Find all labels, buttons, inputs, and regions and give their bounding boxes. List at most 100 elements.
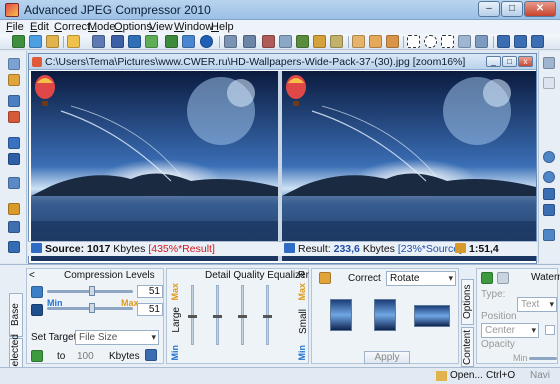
deselect-icon[interactable] xyxy=(475,35,488,48)
layout-single-icon[interactable] xyxy=(497,35,510,48)
minimize-button[interactable]: – xyxy=(478,1,500,17)
tool-histogram-icon[interactable] xyxy=(8,111,20,123)
correct-key-icon xyxy=(319,272,331,284)
rect-select-icon[interactable] xyxy=(407,35,420,48)
level-2-input[interactable]: 51 xyxy=(137,303,163,316)
opacity-slider[interactable] xyxy=(529,357,557,360)
menu-help[interactable]: Help xyxy=(211,21,234,33)
view-icon[interactable] xyxy=(224,35,237,48)
eq-band-3-thumb[interactable] xyxy=(238,315,247,318)
target-add-icon[interactable] xyxy=(31,350,43,362)
layout-grid-icon[interactable] xyxy=(531,35,544,48)
eq-band-4-thumb[interactable] xyxy=(263,315,272,318)
preview-icon[interactable] xyxy=(296,35,309,48)
fit-window-icon[interactable] xyxy=(543,188,555,200)
web-icon[interactable] xyxy=(182,35,195,48)
tab-options[interactable]: Options xyxy=(461,279,474,325)
pan-icon[interactable] xyxy=(386,35,399,48)
tab-base[interactable]: Base xyxy=(9,293,23,337)
level-1-input[interactable]: 51 xyxy=(137,285,163,298)
crop-icon[interactable] xyxy=(262,35,275,48)
help-icon[interactable] xyxy=(200,35,213,48)
compare-icon[interactable] xyxy=(243,35,256,48)
maximize-button[interactable]: □ xyxy=(501,1,523,17)
level-slider-1-thumb[interactable] xyxy=(89,286,95,296)
eq-band-1-thumb[interactable] xyxy=(188,315,197,318)
target-value[interactable]: 100 xyxy=(77,351,94,362)
menu-mode[interactable]: Mode xyxy=(88,21,116,33)
tab-content[interactable]: Content xyxy=(461,327,474,367)
tool-key-icon[interactable] xyxy=(8,74,20,86)
footer-nav[interactable]: Navi xyxy=(530,370,550,381)
notes-icon[interactable] xyxy=(330,35,343,48)
hand-icon[interactable] xyxy=(352,35,365,48)
menu-window[interactable]: Window xyxy=(174,21,213,33)
image-minimize-button[interactable]: _ xyxy=(486,56,501,67)
footer-open[interactable]: Open... xyxy=(450,370,483,381)
tool-bars-icon[interactable] xyxy=(8,221,20,233)
tool-flip-icon[interactable] xyxy=(8,153,20,165)
open-batch-icon[interactable] xyxy=(29,35,42,48)
menu-options[interactable]: Options xyxy=(114,21,152,33)
actual-size-icon[interactable] xyxy=(543,204,555,216)
tool-rotate-icon[interactable] xyxy=(8,137,20,149)
level-slider-2-thumb[interactable] xyxy=(89,303,95,313)
save-as-icon[interactable] xyxy=(111,35,124,48)
correct-mode-select[interactable]: Rotate xyxy=(386,271,456,286)
zoom-out-icon[interactable] xyxy=(543,171,555,183)
open-folder-icon[interactable] xyxy=(67,35,80,48)
ellipse-select-icon[interactable] xyxy=(424,35,437,48)
zoom-in-icon[interactable] xyxy=(543,151,555,163)
image-status-bar: Source: 1017 Kbytes [435%*Result] Result… xyxy=(28,241,537,256)
menu-edit[interactable]: Edit xyxy=(30,21,49,33)
menu-file[interactable]: File xyxy=(6,21,24,33)
tool-columns-icon[interactable] xyxy=(8,177,20,189)
folder-icon[interactable] xyxy=(46,35,59,48)
toolbar-separator xyxy=(348,36,349,48)
menu-view[interactable]: View xyxy=(149,21,173,33)
eq-band-2-thumb[interactable] xyxy=(213,315,222,318)
rotate-left-thumbnail[interactable] xyxy=(330,299,352,331)
zoom-icon[interactable] xyxy=(543,57,555,69)
blank-tool-icon[interactable] xyxy=(543,77,555,89)
tool-chart-icon[interactable] xyxy=(8,203,20,215)
close-button[interactable]: ✕ xyxy=(524,1,556,17)
window-title: Advanced JPEG Compressor 2010 xyxy=(24,3,211,17)
toolbar-separator xyxy=(403,36,404,48)
resize-icon[interactable] xyxy=(279,35,292,48)
rotate-right-thumbnail[interactable] xyxy=(374,299,396,331)
tool-info-icon[interactable] xyxy=(8,95,20,107)
select-all-icon[interactable] xyxy=(458,35,471,48)
split-divider[interactable] xyxy=(278,71,282,261)
image-restore-button[interactable]: □ xyxy=(502,56,517,67)
position-checkbox[interactable] xyxy=(545,325,555,335)
eq-large-label: Large xyxy=(171,307,182,333)
position-select[interactable]: Center xyxy=(481,323,539,338)
tool-zoom-fit-icon[interactable] xyxy=(8,58,20,70)
target-apply-icon[interactable] xyxy=(145,349,157,361)
edit-icon[interactable] xyxy=(313,35,326,48)
collapse-arrow[interactable]: < xyxy=(29,270,35,281)
tool-palette-icon[interactable] xyxy=(8,241,20,253)
grab-icon[interactable] xyxy=(369,35,382,48)
save-all-icon[interactable] xyxy=(128,35,141,48)
lasso-icon[interactable] xyxy=(441,35,454,48)
type-select[interactable]: Text xyxy=(517,297,557,312)
export-icon[interactable] xyxy=(145,35,158,48)
watermark-image-icon[interactable] xyxy=(497,272,509,284)
target-mode-select[interactable]: File Size xyxy=(75,330,159,345)
position-label: Position xyxy=(481,311,517,322)
toolbar-separator xyxy=(63,36,64,48)
magnifier-icon[interactable] xyxy=(543,229,555,241)
equalizer-reset[interactable]: R xyxy=(298,270,305,281)
watermark-add-icon[interactable] xyxy=(481,272,493,284)
save-icon[interactable] xyxy=(92,35,105,48)
apply-button[interactable]: Apply xyxy=(364,351,410,364)
new-icon[interactable] xyxy=(12,35,25,48)
download-icon[interactable] xyxy=(165,35,178,48)
image-close-button[interactable]: x xyxy=(518,56,533,67)
layout-split-icon[interactable] xyxy=(514,35,527,48)
rotate-180-thumbnail[interactable] xyxy=(414,305,450,327)
eq-small-label: Small xyxy=(298,309,309,335)
menu-correct[interactable]: Correct xyxy=(54,21,90,33)
